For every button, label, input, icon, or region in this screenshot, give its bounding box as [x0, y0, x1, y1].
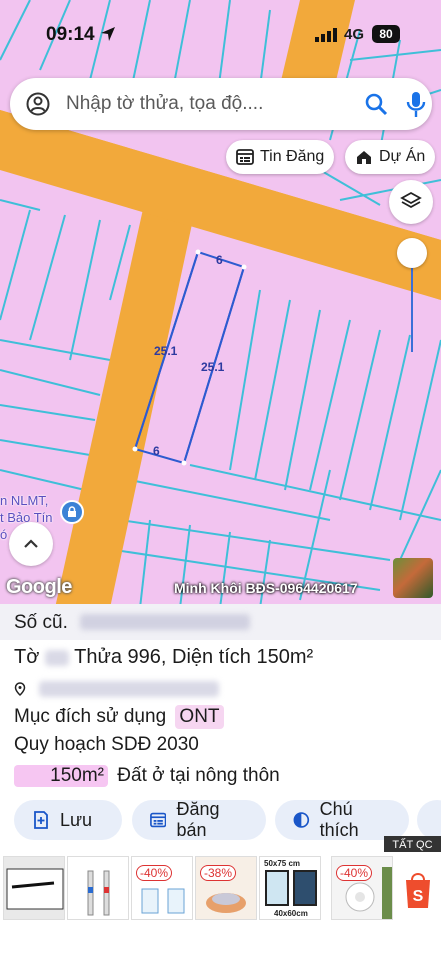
search-icon[interactable]	[364, 92, 388, 116]
land-use-label: Mục đích sử dụng	[14, 706, 167, 727]
microphone-icon[interactable]	[404, 90, 428, 118]
post-sell-button[interactable]: Đăng bán	[132, 799, 266, 840]
land-use-line: Mục đích sử dụng ONT	[14, 705, 224, 729]
home-project-icon	[357, 151, 371, 164]
layers-button[interactable]	[389, 180, 433, 224]
frame-size-bottom: 40x60cm	[274, 909, 308, 918]
sheet-line: Tờ Thửa 996, Diện tích 150m²	[14, 646, 313, 669]
watermark-text: Minh Khôi BĐS-0964420617	[174, 580, 358, 596]
redacted-sheet-number	[44, 649, 69, 666]
svg-text:S: S	[413, 888, 424, 905]
sheet-parcel-area: Thửa 996, Diện tích 150m²	[74, 646, 314, 668]
ad-strip: -40% -38% 50x75 cm 40x60cm -40% S	[0, 852, 441, 926]
search-input[interactable]	[66, 90, 346, 118]
battery-indicator: 80	[372, 25, 400, 43]
status-time: 09:14	[46, 24, 95, 45]
redacted-address	[39, 680, 220, 697]
parcel-label-bottom: 6	[153, 444, 160, 458]
area-description: Đất ở tại nông thôn	[117, 765, 280, 786]
du-an-label: Dự Án	[379, 148, 426, 165]
expand-up-button[interactable]	[9, 522, 53, 566]
ad-item[interactable]: 50x75 cm 40x60cm	[259, 856, 321, 920]
google-logo: Google	[6, 576, 72, 598]
tin-dang-chip[interactable]: Tin Đăng	[226, 140, 335, 174]
planning-line: Quy hoạch SDĐ 2030	[14, 734, 199, 755]
old-label: Số cũ.	[14, 612, 68, 633]
ad-item[interactable]: S	[396, 856, 441, 920]
listing-icon	[150, 812, 167, 828]
search-bar	[10, 78, 432, 130]
ad-item[interactable]	[67, 856, 129, 920]
shopee-bag-icon: S	[406, 873, 430, 908]
location-arrow-icon	[101, 27, 115, 41]
sheet-prefix: Tờ	[14, 646, 40, 668]
frame-size-top: 50x75 cm	[264, 859, 301, 868]
bookmark-add-icon	[34, 811, 48, 829]
ad-item[interactable]: -40%	[131, 856, 193, 920]
zoom-slider-knob[interactable]	[397, 238, 427, 268]
area-value-badge: 150m²	[14, 765, 108, 787]
street-photo-thumbnail[interactable]	[393, 558, 433, 598]
parcel-label-left: 25.1	[154, 344, 178, 358]
ad-item[interactable]: -38%	[195, 856, 257, 920]
du-an-chip[interactable]: Dự Án	[345, 140, 436, 174]
layers-icon	[400, 191, 422, 209]
post-sell-label: Đăng bán	[176, 799, 220, 840]
parcel-label-top: 6	[216, 253, 223, 267]
legend-label: Chú thích	[319, 799, 359, 840]
cellular-signal-icon	[315, 28, 337, 42]
parcel-info-panel: Số cũ. Tờ Thửa 996, Diện tích 150m² Mục …	[0, 604, 441, 830]
old-info-row: Số cũ.	[0, 604, 441, 640]
location-pin-icon	[14, 682, 26, 696]
tin-dang-label: Tin Đăng	[260, 148, 325, 165]
legend-button[interactable]: Chú thích	[275, 799, 409, 840]
ad-item[interactable]: -40%	[331, 856, 393, 920]
listing-icon	[236, 149, 254, 165]
redacted-old-info	[80, 614, 250, 630]
ad-item[interactable]	[3, 856, 65, 920]
map-view[interactable]: 6 6 25.1 25.1 09:14 4G 80 Nhập tờ thửa, …	[0, 0, 441, 608]
contrast-icon	[293, 812, 310, 828]
discount-badge: -40%	[136, 865, 173, 881]
save-label: Lưu	[60, 809, 93, 830]
parcel-label-middle: 25.1	[201, 360, 225, 374]
address-line	[14, 678, 220, 700]
poi-line-1: n NLMT,	[0, 493, 49, 508]
area-line: 150m² Đất ở tại nông thôn	[14, 765, 280, 787]
land-use-code-badge: ONT	[175, 705, 224, 729]
save-button[interactable]: Lưu	[14, 800, 122, 840]
discount-badge: -38%	[200, 865, 237, 881]
lock-pin-icon[interactable]	[60, 500, 84, 524]
status-bar: 09:14 4G 80	[0, 22, 441, 50]
account-icon[interactable]	[26, 92, 50, 116]
discount-badge: -40%	[336, 865, 373, 881]
network-type: 4G	[344, 26, 365, 43]
chevron-up-icon	[24, 539, 38, 548]
